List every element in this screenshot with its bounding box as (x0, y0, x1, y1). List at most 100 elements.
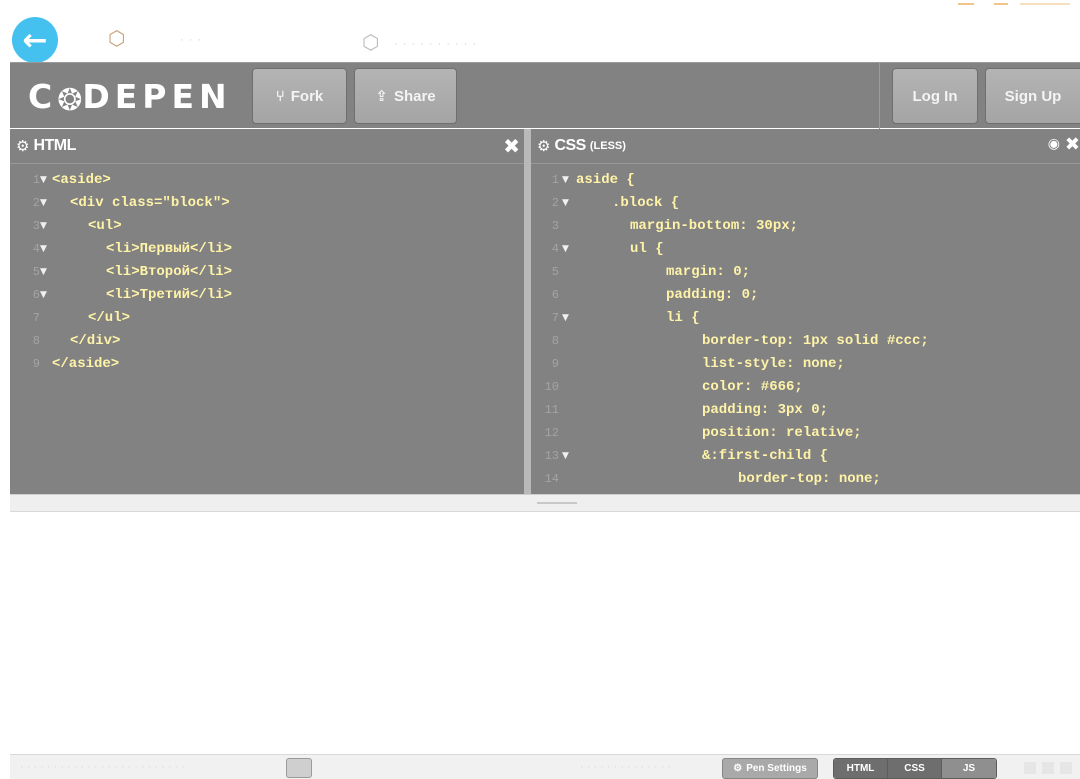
code-line[interactable]: 2 ▼ .block { (531, 192, 1080, 215)
signup-button[interactable]: Sign Up (985, 68, 1080, 124)
code-line[interactable]: 6 ▼ <li>Третий</li> (10, 284, 524, 307)
fork-button[interactable]: ⑂ Fork (252, 68, 347, 124)
eye-icon[interactable]: ◉ (1048, 136, 1060, 152)
html-code-area[interactable]: 1 ▼ <aside> 2 ▼ <div class="block"> 3 ▼ <ul> 4 ▼ <l… (10, 169, 524, 376)
codepen-logo-icon-2: ⬡ (362, 30, 380, 54)
code-line[interactable]: 5 ▼ <li>Второй</li> (10, 261, 524, 284)
close-icon[interactable]: ✖ (1065, 134, 1080, 155)
fork-icon: ⑂ (275, 87, 285, 105)
gear-icon[interactable]: ⚙ (16, 137, 29, 155)
drag-handle-icon[interactable] (537, 502, 577, 504)
share-icon: ⇪ (375, 87, 388, 105)
code-text: .block { (612, 195, 680, 211)
code-text: padding: 3px 0; (702, 402, 829, 418)
line-number: 12 (544, 426, 559, 440)
panel-resize-handle[interactable] (524, 129, 531, 494)
line-number: 4 (551, 242, 559, 256)
tab-html[interactable]: HTML (834, 759, 888, 778)
code-line[interactable]: 9 </aside> (10, 353, 524, 376)
line-number: 1 (551, 173, 559, 187)
code-line[interactable]: 8 border-top: 1px solid #ccc; (531, 330, 1080, 353)
line-number: 14 (544, 472, 559, 486)
fold-arrow-icon[interactable]: ▼ (40, 238, 47, 261)
code-line[interactable]: 7 </ul> (10, 307, 524, 330)
line-number: 4 (32, 242, 40, 256)
footer-bar: · · · · · · · · · · · · · · · · · · · · … (10, 754, 1080, 779)
line-number: 11 (544, 403, 559, 417)
code-text: margin: 0; (666, 264, 751, 280)
back-arrow-icon[interactable]: ← (12, 17, 58, 63)
gear-icon[interactable]: ⚙ (537, 137, 550, 155)
code-line[interactable]: 9 list-style: none; (531, 353, 1080, 376)
code-text: <aside> (52, 172, 111, 188)
code-line[interactable]: 7 ▼ li { (531, 307, 1080, 330)
css-panel-subtitle: (LESS) (589, 140, 626, 152)
code-line[interactable]: 2 ▼ <div class="block"> (10, 192, 524, 215)
fold-arrow-icon[interactable]: ▼ (562, 192, 569, 215)
layout-icon[interactable] (1024, 762, 1036, 774)
code-text: aside { (576, 172, 635, 188)
code-line[interactable]: 10 color: #666; (531, 376, 1080, 399)
code-text: border-top: none; (738, 471, 881, 487)
logo-text-right: DEPEN (82, 77, 232, 116)
code-line[interactable]: 11 padding: 3px 0; (531, 399, 1080, 422)
code-line[interactable]: 14 border-top: none; (531, 468, 1080, 491)
fold-arrow-icon[interactable]: ▼ (40, 261, 47, 284)
share-button[interactable]: ⇪ Share (354, 68, 457, 124)
tab-css[interactable]: CSS (888, 759, 942, 778)
tab-js[interactable]: JS (942, 759, 996, 778)
line-number: 8 (551, 334, 559, 348)
fold-arrow-icon[interactable]: ▼ (40, 215, 47, 238)
code-text: <div class="block"> (70, 195, 230, 211)
fullscreen-icon[interactable] (1042, 762, 1054, 774)
code-text: border-top: 1px solid #ccc; (702, 333, 929, 349)
fold-arrow-icon[interactable]: ▼ (562, 445, 569, 468)
code-text: &:first-child { (702, 448, 829, 464)
css-code-area[interactable]: 1 ▼ aside {2 ▼ .block {3 margin-bottom: 30px;… (531, 169, 1080, 491)
fold-arrow-icon[interactable]: ▼ (40, 284, 47, 307)
fold-arrow-icon[interactable]: ▼ (562, 307, 569, 330)
line-number: 7 (32, 311, 40, 325)
pen-settings-button[interactable]: ⚙ Pen Settings (722, 758, 818, 779)
code-line[interactable]: 1 ▼ aside { (531, 169, 1080, 192)
code-text: </div> (70, 333, 121, 349)
editor-resize-bar[interactable] (10, 494, 1080, 512)
logo-text-left: C (28, 77, 58, 116)
code-line[interactable]: 8 </div> (10, 330, 524, 353)
code-text: color: #666; (702, 379, 803, 395)
line-number: 1 (32, 173, 40, 187)
footer-small-button[interactable] (286, 758, 312, 778)
close-icon[interactable]: ✖ (503, 134, 520, 158)
footer-icons (1024, 762, 1072, 774)
codepen-logo[interactable]: C❂DEPEN (28, 77, 232, 118)
fold-arrow-icon[interactable]: ▼ (562, 238, 569, 261)
line-number: 7 (551, 311, 559, 325)
code-line[interactable]: 1 ▼ <aside> (10, 169, 524, 192)
line-number: 8 (32, 334, 40, 348)
css-panel-title: CSS (554, 137, 586, 154)
code-line[interactable]: 5 margin: 0; (531, 261, 1080, 284)
fold-arrow-icon[interactable]: ▼ (562, 169, 569, 192)
line-number: 13 (544, 449, 559, 463)
line-number: 10 (544, 380, 559, 394)
menu-icon[interactable] (1060, 762, 1072, 774)
login-button[interactable]: Log In (892, 68, 978, 124)
fold-arrow-icon[interactable]: ▼ (40, 192, 47, 215)
code-line[interactable]: 6 padding: 0; (531, 284, 1080, 307)
code-line[interactable]: 12 position: relative; (531, 422, 1080, 445)
html-panel-header: ⚙ HTML ✖ (10, 129, 524, 164)
line-number: 2 (551, 196, 559, 210)
fold-arrow-icon[interactable]: ▼ (40, 169, 47, 192)
faint-title: · · · · · · · · · · (394, 38, 478, 50)
css-editor-panel: ⚙ CSS (LESS) ◉ ✖ 1 ▼ aside {2 ▼ .block {3 mar… (531, 129, 1080, 494)
faint-label: · · · (180, 34, 203, 46)
login-label: Log In (912, 87, 958, 105)
codepen-mark-icon: ❂ (57, 83, 83, 118)
code-line[interactable]: 3 margin-bottom: 30px; (531, 215, 1080, 238)
gear-icon: ⚙ (733, 763, 743, 774)
code-text: list-style: none; (702, 356, 845, 372)
code-line[interactable]: 3 ▼ <ul> (10, 215, 524, 238)
code-line[interactable]: 4 ▼ <li>Первый</li> (10, 238, 524, 261)
code-line[interactable]: 4 ▼ ul { (531, 238, 1080, 261)
code-line[interactable]: 13 ▼ &:first-child { (531, 445, 1080, 468)
